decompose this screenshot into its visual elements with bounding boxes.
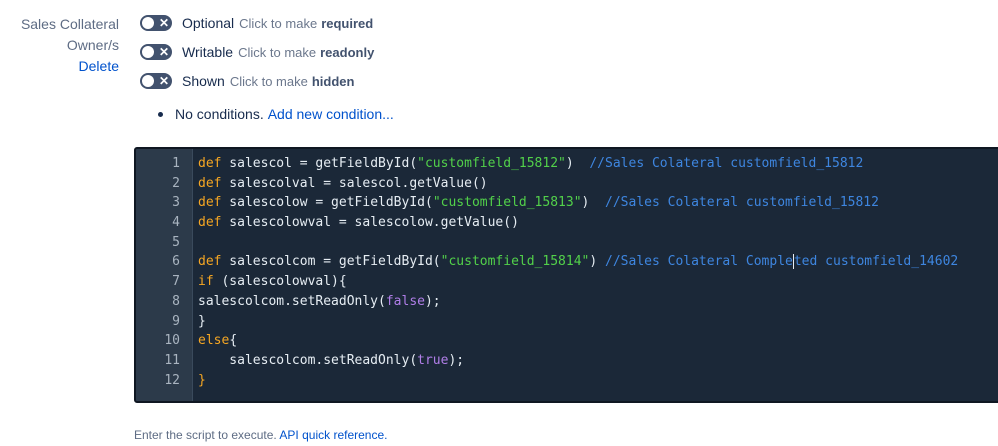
code-text: def salescolval = salescol.getValue() xyxy=(198,175,488,191)
toggle-hint-action: hidden xyxy=(311,73,355,89)
code-text: salescolcom.setReadOnly(false); xyxy=(198,293,441,309)
code-line: 2 def salescolval = salescol.getValue() xyxy=(136,174,998,194)
close-icon: ✕ xyxy=(158,45,169,59)
toggle-hint-action: required xyxy=(321,15,374,31)
code-lines: 1 def salescol = getFieldById("customfie… xyxy=(136,154,998,390)
code-line: 4 def salescolowval = salescolow.getValu… xyxy=(136,213,998,233)
toggle-hint-text: Click to make xyxy=(239,15,318,31)
toggle-hint[interactable]: Click to make hidden xyxy=(230,74,355,89)
toggle-state-label: Writable xyxy=(182,44,234,60)
conditions-list-item: No conditions. Add new condition... xyxy=(158,104,394,124)
code-text: def salescolcom = getFieldById("customfi… xyxy=(198,254,959,270)
script-editor[interactable]: 1 def salescol = getFieldById("customfie… xyxy=(134,147,998,403)
line-number: 9 xyxy=(172,313,180,329)
code-line: 5 xyxy=(136,233,998,253)
toggle-row-required: ✕ Optional Click to make required xyxy=(140,13,373,33)
toggle-hint[interactable]: Click to make readonly xyxy=(238,45,374,60)
line-number: 8 xyxy=(172,293,180,309)
code-line: 7 if (salescolowval){ xyxy=(136,272,998,292)
toggle-hint[interactable]: Click to make required xyxy=(239,16,373,31)
editor-help-text: Enter the script to execute. API quick r… xyxy=(134,428,387,442)
line-number: 5 xyxy=(172,234,180,250)
line-number: 4 xyxy=(172,215,180,231)
code-text: } xyxy=(198,372,206,388)
toggle-knob xyxy=(142,46,154,58)
line-number: 10 xyxy=(164,333,180,349)
line-number: 2 xyxy=(172,175,180,191)
field-name-line2: Owner/s xyxy=(66,37,119,53)
code-line: 8 salescolcom.setReadOnly(false); xyxy=(136,292,998,312)
api-reference-link[interactable]: API quick reference. xyxy=(279,428,387,442)
toggle-hint-text: Click to make xyxy=(238,44,317,60)
code-text: if (salescolowval){ xyxy=(198,274,347,290)
line-number: 3 xyxy=(172,195,180,211)
toggle-row-readonly: ✕ Writable Click to make readonly xyxy=(140,42,374,62)
close-icon: ✕ xyxy=(158,16,169,30)
field-name-label: Sales Collateral Owner/s Delete xyxy=(0,14,119,77)
code-line: 9 } xyxy=(136,312,998,332)
line-number: 12 xyxy=(164,372,180,388)
code-text: def salescolow = getFieldById("customfie… xyxy=(198,195,879,211)
close-icon: ✕ xyxy=(158,74,169,88)
add-condition-link[interactable]: Add new condition... xyxy=(268,104,394,124)
toggle-hint-action: readonly xyxy=(320,44,375,60)
line-number: 11 xyxy=(164,352,180,368)
toggle-knob xyxy=(142,75,154,87)
line-number: 6 xyxy=(172,254,180,270)
required-toggle[interactable]: ✕ xyxy=(140,15,172,31)
code-line: 11 salescolcom.setReadOnly(true); xyxy=(136,351,998,371)
readonly-toggle[interactable]: ✕ xyxy=(140,44,172,60)
toggle-state-label: Shown xyxy=(182,73,225,89)
field-name-line1: Sales Collateral xyxy=(20,16,119,32)
toggle-row-hidden: ✕ Shown Click to make hidden xyxy=(140,71,354,91)
code-text: def salescolowval = salescolow.getValue(… xyxy=(198,215,519,231)
code-line: 1 def salescol = getFieldById("customfie… xyxy=(136,154,998,174)
bullet-icon xyxy=(158,111,163,117)
code-line: 12 } xyxy=(136,371,998,391)
line-number: 7 xyxy=(172,274,180,290)
code-text: salescolcom.setReadOnly(true); xyxy=(198,352,465,368)
code-text: } xyxy=(198,313,206,329)
code-line: 6 def salescolcom = getFieldById("custom… xyxy=(136,252,998,272)
no-conditions-text: No conditions. xyxy=(175,106,264,122)
toggle-hint-text: Click to make xyxy=(229,73,308,89)
help-text: Enter the script to execute. xyxy=(134,428,277,442)
hidden-toggle[interactable]: ✕ xyxy=(140,73,172,89)
toggle-knob xyxy=(142,17,154,29)
delete-link[interactable]: Delete xyxy=(0,56,119,77)
code-text: def salescol = getFieldById("customfield… xyxy=(198,156,864,171)
code-line: 10 else{ xyxy=(136,331,998,351)
code-text: else{ xyxy=(198,333,238,349)
line-number: 1 xyxy=(172,156,180,171)
code-line: 3 def salescolow = getFieldById("customf… xyxy=(136,193,998,213)
toggle-state-label: Optional xyxy=(182,15,235,31)
